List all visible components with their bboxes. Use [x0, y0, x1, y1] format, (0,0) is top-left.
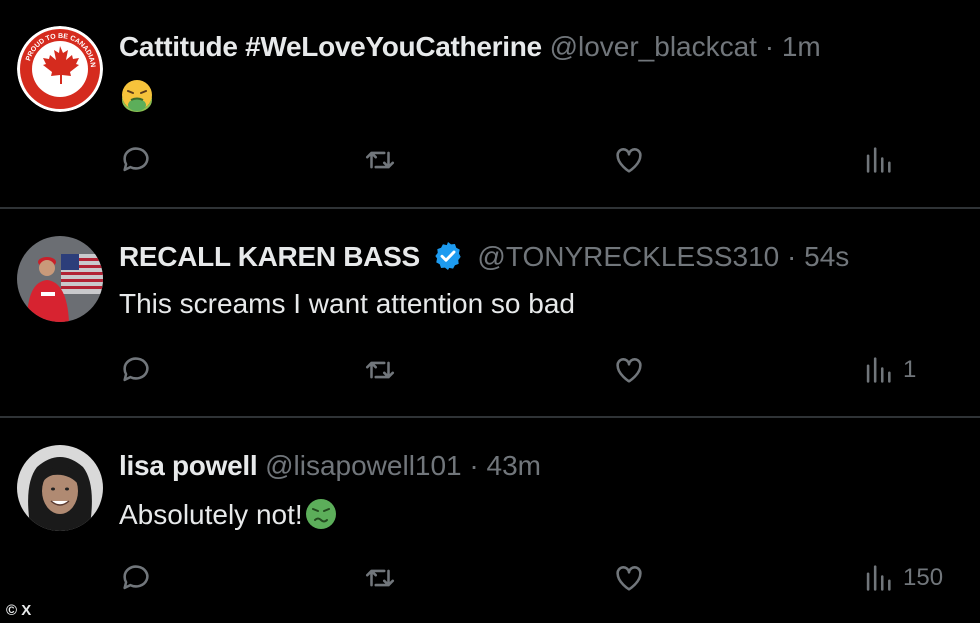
views-count: 1 — [903, 356, 917, 383]
nauseated-face-icon — [122, 80, 152, 112]
heart-icon — [616, 566, 642, 591]
tweet-text — [119, 78, 155, 114]
views-button[interactable] — [861, 140, 903, 180]
smiling-woman-avatar-icon — [17, 445, 103, 531]
retweet-button[interactable] — [363, 140, 397, 180]
tweet[interactable]: lisa powell @lisapowell101 · 43m Absolut… — [0, 418, 980, 623]
tweet-header: lisa powell @lisapowell101 · 43m — [119, 449, 541, 483]
views-chart-icon — [866, 147, 891, 173]
retweet-icon — [365, 569, 395, 587]
views-count: 150 — [903, 564, 944, 591]
display-name[interactable]: RECALL KAREN BASS — [119, 241, 420, 272]
reply-icon — [123, 565, 149, 590]
timestamp[interactable]: 54s — [804, 241, 849, 272]
separator: · — [764, 31, 775, 62]
retweet-button[interactable] — [363, 558, 397, 598]
views-chart-icon — [866, 565, 891, 591]
tweet-text-content: Absolutely not! — [119, 499, 303, 530]
person-with-flag-avatar-icon — [17, 236, 103, 322]
avatar[interactable] — [17, 445, 103, 531]
tweet-actions — [119, 140, 919, 180]
tweet-actions: 150 — [119, 558, 943, 598]
tweet-text: This screams I want attention so bad — [119, 288, 575, 319]
reply-button[interactable] — [119, 350, 153, 390]
tweet-header: RECALL KAREN BASS @TONYRECKLESS310 · 54s — [119, 240, 849, 274]
timestamp[interactable]: 43m — [487, 450, 541, 481]
user-handle[interactable]: @lisapowell101 — [265, 450, 462, 481]
user-handle[interactable]: @TONYRECKLESS310 — [477, 241, 779, 272]
like-button[interactable] — [612, 140, 646, 180]
views-button[interactable]: 1 — [861, 350, 916, 390]
like-button[interactable] — [612, 350, 646, 390]
heart-icon — [616, 148, 642, 173]
separator: · — [787, 241, 797, 272]
retweet-icon — [365, 151, 395, 169]
reply-button[interactable] — [119, 558, 153, 598]
reply-button[interactable] — [119, 140, 153, 180]
like-button[interactable] — [612, 558, 646, 598]
timestamp[interactable]: 1m — [782, 31, 821, 62]
reply-icon — [123, 357, 149, 382]
tweet-header: Cattitude #WeLoveYouCatherine @lover_bla… — [119, 30, 821, 64]
tweet[interactable]: RECALL KAREN BASS @TONYRECKLESS310 · 54s… — [0, 209, 980, 416]
separator: · — [469, 450, 479, 481]
avatar[interactable]: PROUD TO BE CANADIAN — [17, 26, 103, 112]
nauseated-face-icon — [305, 499, 336, 529]
verified-badge-icon[interactable] — [432, 240, 464, 272]
tweet[interactable]: PROUD TO BE CANADIAN Cattitude #WeLoveYo… — [0, 0, 980, 207]
display-name[interactable]: lisa powell — [119, 450, 258, 481]
tweet-text: Absolutely not! — [119, 496, 339, 532]
heart-icon — [616, 358, 642, 383]
retweet-icon — [365, 361, 395, 379]
source-watermark: © X — [6, 602, 32, 619]
views-chart-icon — [866, 357, 891, 383]
avatar[interactable] — [17, 236, 103, 322]
canadian-badge-avatar-icon: PROUD TO BE CANADIAN — [17, 26, 103, 112]
views-button[interactable]: 150 — [861, 558, 943, 598]
display-name[interactable]: Cattitude #WeLoveYouCatherine — [119, 31, 542, 62]
retweet-button[interactable] — [363, 350, 397, 390]
tweet-actions: 1 — [119, 350, 919, 390]
reply-icon — [123, 147, 149, 172]
user-handle[interactable]: @lover_blackcat — [550, 31, 757, 62]
